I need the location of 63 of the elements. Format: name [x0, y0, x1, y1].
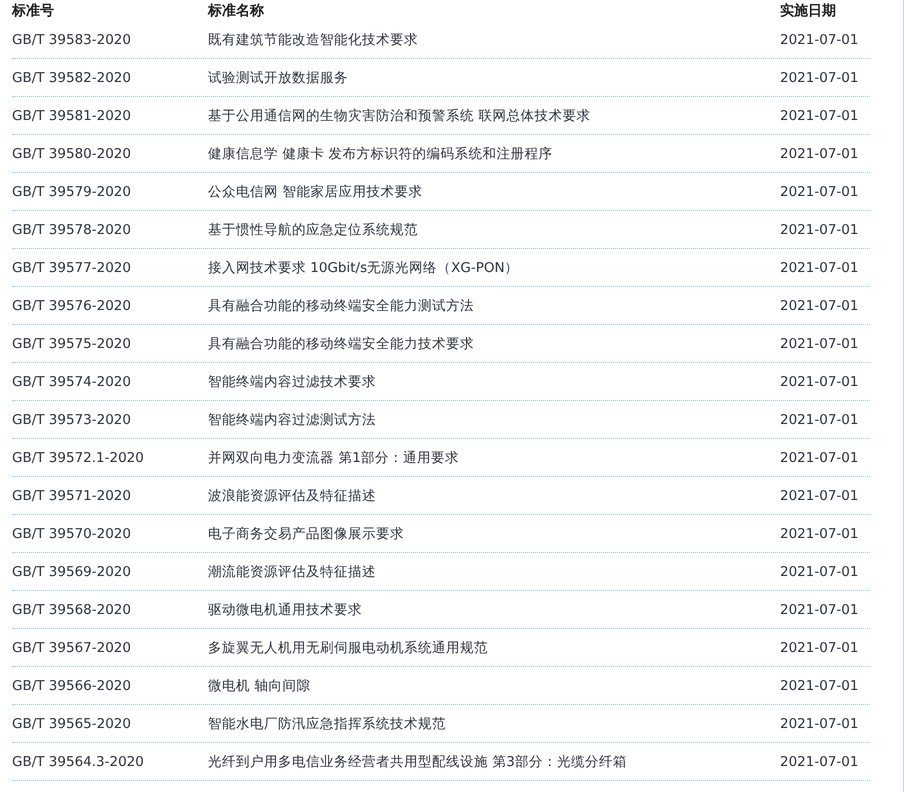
- standard-name: 智能终端内容过滤测试方法: [208, 410, 377, 428]
- standard-name: 具有融合功能的移动终端安全能力技术要求: [208, 334, 475, 352]
- effective-date: 2021-07-01: [780, 260, 860, 276]
- standard-number: GB/T 39575-2020: [12, 336, 132, 352]
- standard-name: 电子商务交易产品图像展示要求: [208, 524, 405, 542]
- standard-name: 多旋翼无人机用无刷伺服电动机系统通用规范: [208, 638, 489, 656]
- effective-date: 2021-07-01: [780, 32, 860, 48]
- standard-number: GB/T 39579-2020: [12, 184, 132, 200]
- effective-date: 2021-07-01: [780, 146, 860, 162]
- standard-name: 接入网技术要求 10Gbit/s无源光网络（XG-PON）: [208, 258, 520, 276]
- standard-name: 并网双向电力变流器 第1部分：通用要求: [208, 448, 460, 466]
- standard-number: GB/T 39564.3-2020: [12, 754, 145, 770]
- standard-name: 具有融合功能的移动终端安全能力测试方法: [208, 296, 475, 314]
- effective-date: 2021-07-01: [780, 298, 860, 314]
- standard-number: GB/T 39582-2020: [12, 70, 132, 86]
- standard-number: GB/T 39572.1-2020: [12, 450, 145, 466]
- standard-name: 基于公用通信网的生物灾害防治和预警系统 联网总体技术要求: [208, 106, 592, 124]
- standard-name: 微电机 轴向间隙: [208, 676, 312, 694]
- effective-date: 2021-07-01: [780, 716, 860, 732]
- effective-date: 2021-07-01: [780, 526, 860, 542]
- standard-number: GB/T 39576-2020: [12, 298, 132, 314]
- column-header: 标准号: [12, 2, 55, 20]
- standard-name: 公众电信网 智能家居应用技术要求: [208, 182, 424, 200]
- standard-number: GB/T 39568-2020: [12, 602, 132, 618]
- standard-name: 健康信息学 健康卡 发布方标识符的编码系统和注册程序: [208, 144, 554, 162]
- effective-date: 2021-07-01: [780, 488, 860, 504]
- standard-name: 既有建筑节能改造智能化技术要求: [208, 30, 419, 48]
- effective-date: 2021-07-01: [780, 450, 860, 466]
- effective-date: 2021-07-01: [780, 70, 860, 86]
- standard-number: GB/T 39581-2020: [12, 108, 132, 124]
- effective-date: 2021-07-01: [780, 754, 860, 770]
- effective-date: 2021-07-01: [780, 108, 860, 124]
- standard-number: GB/T 39577-2020: [12, 260, 132, 276]
- effective-date: 2021-07-01: [780, 640, 860, 656]
- column-header: 标准名称: [208, 2, 265, 20]
- effective-date: 2021-07-01: [780, 222, 860, 238]
- standard-name: 光纤到户用多电信业务经营者共用型配线设施 第3部分：光缆分纤箱: [208, 752, 628, 770]
- standard-number: GB/T 39573-2020: [12, 412, 132, 428]
- standard-name: 智能终端内容过滤技术要求: [208, 372, 377, 390]
- standard-name: 智能水电厂防汛应急指挥系统技术规范: [208, 714, 447, 732]
- standard-name: 驱动微电机通用技术要求: [208, 600, 363, 618]
- standard-name: 波浪能资源评估及特征描述: [208, 486, 377, 504]
- standard-name: 基于惯性导航的应急定位系统规范: [208, 220, 419, 238]
- effective-date: 2021-07-01: [780, 412, 860, 428]
- standard-number: GB/T 39580-2020: [12, 146, 132, 162]
- standard-number: GB/T 39567-2020: [12, 640, 132, 656]
- effective-date: 2021-07-01: [780, 564, 860, 580]
- effective-date: 2021-07-01: [780, 184, 860, 200]
- standard-number: GB/T 39569-2020: [12, 564, 132, 580]
- standard-number: GB/T 39566-2020: [12, 678, 132, 694]
- standard-number: GB/T 39583-2020: [12, 32, 132, 48]
- standard-number: GB/T 39565-2020: [12, 716, 132, 732]
- effective-date: 2021-07-01: [780, 602, 860, 618]
- standard-number: GB/T 39578-2020: [12, 222, 132, 238]
- standard-name: 潮流能资源评估及特征描述: [208, 562, 377, 580]
- standard-number: GB/T 39571-2020: [12, 488, 132, 504]
- effective-date: 2021-07-01: [780, 374, 860, 390]
- standard-number: GB/T 39574-2020: [12, 374, 132, 390]
- effective-date: 2021-07-01: [780, 336, 860, 352]
- column-header: 实施日期: [780, 2, 837, 20]
- standard-number: GB/T 39570-2020: [12, 526, 132, 542]
- standard-name: 试验测试开放数据服务: [208, 68, 349, 86]
- effective-date: 2021-07-01: [780, 678, 860, 694]
